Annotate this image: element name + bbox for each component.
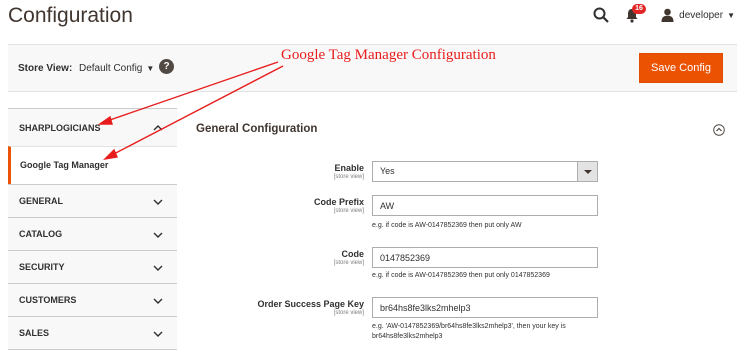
annotation-arrows [97, 61, 284, 161]
